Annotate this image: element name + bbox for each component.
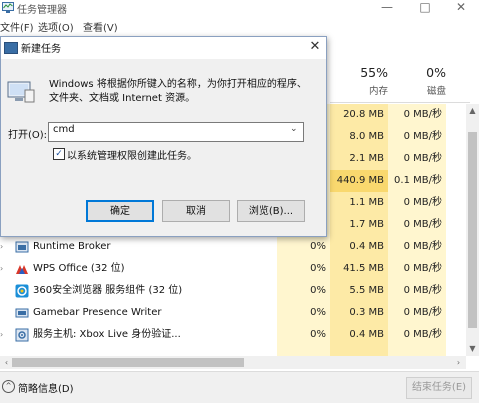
cpu-column-bg	[277, 346, 330, 356]
horizontal-scroll-thumb[interactable]	[12, 358, 244, 367]
row-memory: 1.7 MB	[330, 214, 388, 236]
memory-label: 内存	[368, 86, 388, 97]
row-cpu: 0%	[277, 324, 330, 346]
row-disk: 0 MB/秒	[388, 104, 446, 126]
row-cpu: 0%	[277, 280, 330, 302]
menu-view[interactable]: 查看(V)	[83, 19, 118, 34]
menu-options[interactable]: 选项(O)	[38, 19, 74, 34]
wps-office-icon	[16, 265, 28, 274]
dialog-title: 新建任务	[21, 44, 61, 55]
cancel-button[interactable]: 取消	[162, 200, 230, 222]
process-row-gamebar-presence-writer[interactable]: Gamebar Presence Writer	[0, 302, 277, 324]
scroll-down-icon[interactable]: ▼	[466, 342, 479, 356]
row-memory: 2.1 MB	[330, 148, 388, 170]
process-name: Runtime Broker	[33, 241, 111, 252]
process-row-wps-office[interactable]: › WPS Office (32 位)	[0, 258, 277, 280]
row-disk: 0 MB/秒	[388, 214, 446, 236]
disk-percent: 0%	[426, 65, 446, 80]
row-memory: 440.9 MB	[330, 170, 388, 192]
process-row-runtime-broker[interactable]: › Runtime Broker	[0, 236, 277, 258]
row-disk: 0 MB/秒	[388, 302, 446, 324]
end-task-button[interactable]: 结束任务(E)	[406, 377, 472, 399]
maximize-button[interactable]: □	[406, 0, 444, 16]
process-name: Gamebar Presence Writer	[33, 307, 162, 318]
open-command-input[interactable]	[48, 122, 304, 142]
row-memory: 0.4 MB	[330, 236, 388, 258]
expand-arrow-icon[interactable]: ›	[0, 242, 3, 251]
scroll-right-icon[interactable]: ›	[452, 356, 465, 369]
minimize-button[interactable]: —	[368, 0, 406, 16]
row-disk: 0 MB/秒	[388, 280, 446, 302]
memory-column-bg	[330, 346, 388, 356]
row-cpu: 0%	[277, 258, 330, 280]
360-browser-icon	[15, 284, 29, 298]
column-header-memory[interactable]: 55% 内存	[330, 65, 388, 103]
chevron-down-icon[interactable]: ⌄	[290, 124, 298, 134]
process-name: 360安全浏览器 服务组件 (32 位)	[33, 285, 183, 296]
open-command-value[interactable]: cmd	[53, 124, 75, 135]
expand-arrow-icon[interactable]: ›	[0, 264, 3, 273]
header-divider	[330, 102, 470, 103]
expand-arrow-icon[interactable]: ›	[0, 330, 3, 339]
disk-label: 磁盘	[426, 86, 446, 97]
menu-file[interactable]: 文件(F)	[0, 19, 34, 34]
vertical-scroll-thumb[interactable]	[468, 132, 477, 328]
brief-info-link[interactable]: 简略信息(D)	[18, 380, 74, 395]
process-row-xbox-live-auth-service[interactable]: › 服务主机: Xbox Live 身份验证...	[0, 324, 277, 346]
row-disk: 0 MB/秒	[388, 148, 446, 170]
column-header-disk[interactable]: 0% 磁盘	[388, 65, 446, 103]
scroll-up-icon[interactable]: ▲	[466, 104, 479, 118]
row-disk: 0 MB/秒	[388, 126, 446, 148]
run-dialog-icon	[4, 42, 18, 54]
admin-privileges-checkbox[interactable]: ✓	[53, 148, 65, 160]
process-name: 服务主机: Xbox Live 身份验证...	[33, 329, 181, 340]
row-disk: 0 MB/秒	[388, 236, 446, 258]
browse-button[interactable]: 浏览(B)...	[237, 200, 305, 222]
admin-privileges-label[interactable]: 以系统管理权限创建此任务。	[67, 147, 197, 162]
row-memory: 8.0 MB	[330, 126, 388, 148]
service-host-gear-icon	[15, 328, 29, 342]
process-row-360-browser-service[interactable]: 360安全浏览器 服务组件 (32 位)	[0, 280, 277, 302]
row-memory: 5.5 MB	[330, 280, 388, 302]
row-memory: 0.4 MB	[330, 324, 388, 346]
row-cpu: 0%	[277, 236, 330, 258]
runtime-broker-icon	[15, 241, 29, 253]
row-memory: 1.1 MB	[330, 192, 388, 214]
process-name: WPS Office (32 位)	[33, 263, 125, 274]
row-disk: 0 MB/秒	[388, 324, 446, 346]
row-memory: 0.3 MB	[330, 302, 388, 324]
close-window-button[interactable]: ✕	[442, 0, 479, 16]
collapse-chevron-icon[interactable]: ^	[2, 380, 15, 393]
window-title: 任务管理器	[17, 5, 67, 16]
open-label: 打开(O):	[8, 130, 48, 141]
row-cpu: 0%	[277, 302, 330, 324]
task-manager-icon	[2, 2, 14, 13]
row-disk: 0 MB/秒	[388, 258, 446, 280]
row-disk: 0 MB/秒	[388, 192, 446, 214]
dialog-description: Windows 将根据你所键入的名称，为你打开相应的程序、文件夹、文档或 Int…	[49, 79, 307, 104]
row-disk: 0.1 MB/秒	[388, 170, 446, 192]
dialog-close-button[interactable]: ✕	[305, 38, 325, 56]
run-program-icon	[7, 81, 35, 103]
memory-percent: 55%	[360, 65, 388, 80]
ok-button[interactable]: 确定	[86, 200, 154, 222]
disk-column-bg	[388, 346, 446, 356]
row-memory: 20.8 MB	[330, 104, 388, 126]
gamebar-icon	[15, 308, 29, 318]
row-memory: 41.5 MB	[330, 258, 388, 280]
